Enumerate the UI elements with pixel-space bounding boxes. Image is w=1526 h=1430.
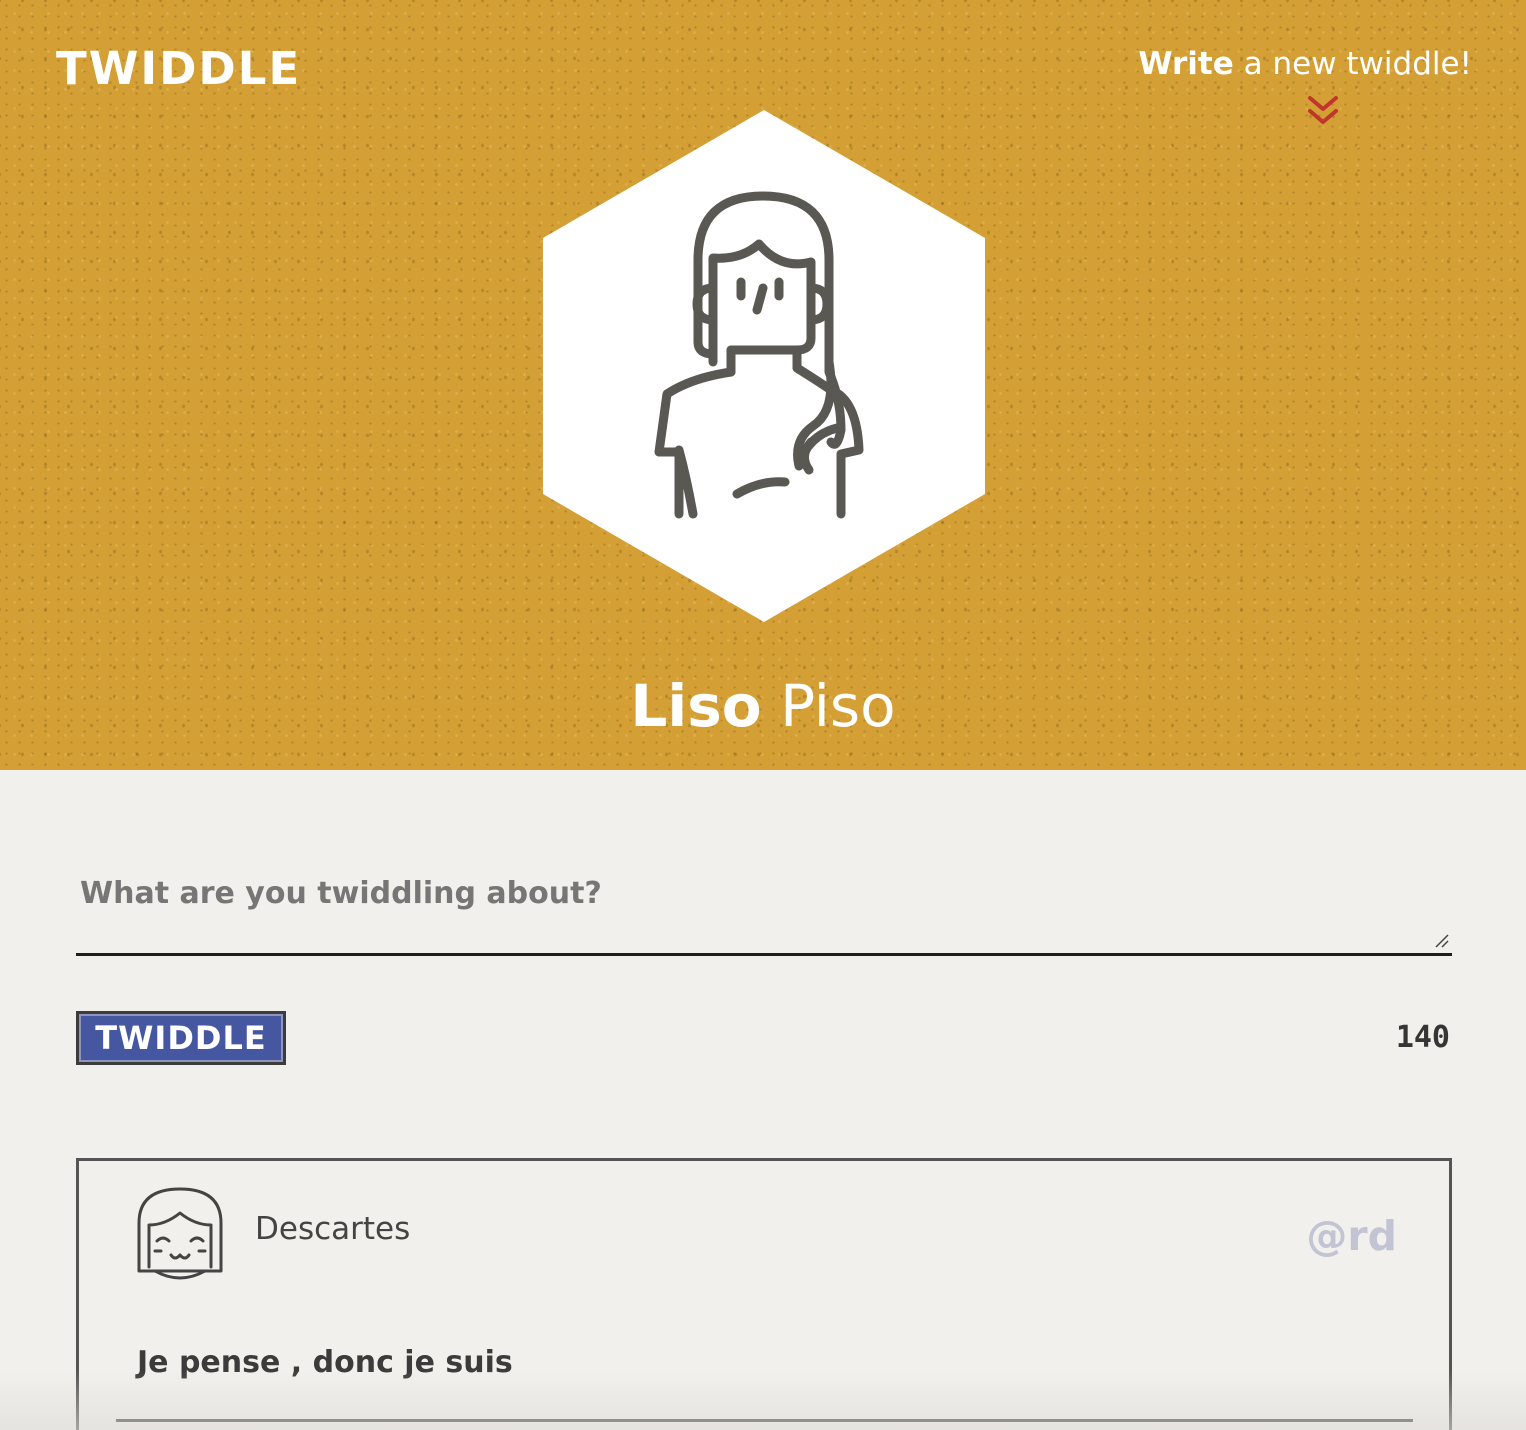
char-count: 140 (1395, 1020, 1450, 1055)
profile-last-name: Piso (780, 672, 896, 740)
profile-header: TWIDDLE Write a new twiddle! Liso Piso (0, 0, 1526, 770)
avatar-hexagon (543, 110, 985, 622)
chevron-double-down-icon[interactable] (1304, 94, 1342, 128)
profile-avatar (543, 110, 985, 622)
logo[interactable]: TWIDDLE (56, 44, 301, 94)
tweet-text: Je pense , donc je suis (137, 1345, 513, 1380)
profile-name: Liso Piso (0, 668, 1526, 744)
resize-handle-icon[interactable] (1434, 933, 1450, 949)
twiddle-card: Descartes @rd Je pense , donc je suis (76, 1158, 1452, 1430)
twiddle-composer (76, 862, 1452, 956)
twiddle-submit-button[interactable]: TWIDDLE (76, 1011, 286, 1065)
write-link-bold: Write (1138, 46, 1234, 82)
tweet-author[interactable]: Descartes (255, 1209, 410, 1249)
write-link-rest: a new twiddle! (1233, 46, 1472, 82)
write-new-twiddle-link[interactable]: Write a new twiddle! (1138, 44, 1472, 84)
tweet-divider (116, 1419, 1413, 1422)
girl-face-avatar-icon (137, 1187, 223, 1280)
tweet-handle[interactable]: @rd (1306, 1211, 1397, 1261)
twiddle-input[interactable] (76, 862, 1452, 953)
profile-first-name: Liso (630, 672, 762, 740)
